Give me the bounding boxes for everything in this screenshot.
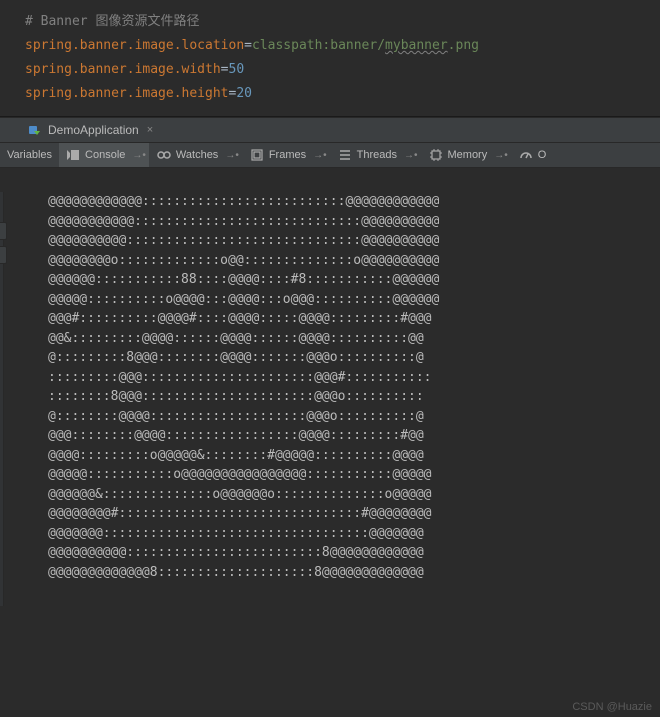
pin-icon: →• — [225, 150, 239, 161]
editor-line: # Banner 图像资源文件路径 — [25, 10, 660, 34]
console-icon — [66, 148, 80, 162]
tab-variables[interactable]: Variables — [0, 143, 59, 167]
tool-label: Frames — [269, 149, 306, 161]
tool-label: Variables — [7, 149, 52, 161]
gauge-icon — [519, 148, 533, 162]
property-value: 20 — [236, 86, 252, 101]
watermark-text: CSDN @Huazie — [572, 701, 652, 713]
debug-toolbar: Variables Console →• Watches →• Frames →… — [0, 143, 660, 168]
tab-overhead[interactable]: O — [512, 143, 550, 167]
tab-memory[interactable]: Memory →• — [422, 143, 511, 167]
tool-label: O — [538, 149, 547, 161]
property-value: 50 — [229, 62, 245, 77]
equals-sign: = — [244, 38, 252, 53]
tool-label: Threads — [357, 149, 397, 161]
watches-icon — [157, 148, 171, 162]
gutter-button[interactable] — [0, 222, 7, 240]
comment-text: # Banner 图像资源文件路径 — [25, 14, 199, 29]
editor-line: spring.banner.image.location=classpath:b… — [25, 34, 660, 58]
close-icon[interactable]: × — [147, 124, 153, 136]
property-value: classpath:banner/mybanner.png — [252, 38, 479, 53]
banner-ascii-output: @@@@@@@@@@@@::::::::::::::::::::::::::@@… — [0, 192, 660, 582]
frames-icon — [250, 148, 264, 162]
tool-label: Memory — [448, 149, 488, 161]
pin-icon: →• — [313, 150, 327, 161]
pin-icon: →• — [494, 150, 508, 161]
editor-line: spring.banner.image.height=20 — [25, 82, 660, 106]
gutter-button[interactable] — [0, 246, 7, 264]
tab-label: DemoApplication — [48, 123, 139, 137]
property-key: spring.banner.image.height — [25, 86, 229, 101]
property-key: spring.banner.image.width — [25, 62, 221, 77]
threads-icon — [338, 148, 352, 162]
tab-frames[interactable]: Frames →• — [243, 143, 330, 167]
equals-sign: = — [221, 62, 229, 77]
tab-console[interactable]: Console →• — [59, 143, 149, 167]
memory-icon — [429, 148, 443, 162]
run-config-icon — [28, 123, 42, 137]
tool-label: Watches — [176, 149, 218, 161]
console-output-area[interactable]: @@@@@@@@@@@@::::::::::::::::::::::::::@@… — [0, 168, 660, 582]
editor-line: spring.banner.image.width=50 — [25, 58, 660, 82]
tab-watches[interactable]: Watches →• — [150, 143, 242, 167]
property-key: spring.banner.image.location — [25, 38, 244, 53]
tab-threads[interactable]: Threads →• — [331, 143, 421, 167]
pin-icon: →• — [132, 150, 146, 161]
pin-icon: →• — [404, 150, 418, 161]
console-gutter — [0, 192, 4, 606]
tool-label: Console — [85, 149, 125, 161]
code-editor[interactable]: # Banner 图像资源文件路径 spring.banner.image.lo… — [0, 0, 660, 116]
run-tab-bar: DemoApplication × — [0, 117, 660, 143]
tab-demo-application[interactable]: DemoApplication × — [20, 118, 161, 142]
